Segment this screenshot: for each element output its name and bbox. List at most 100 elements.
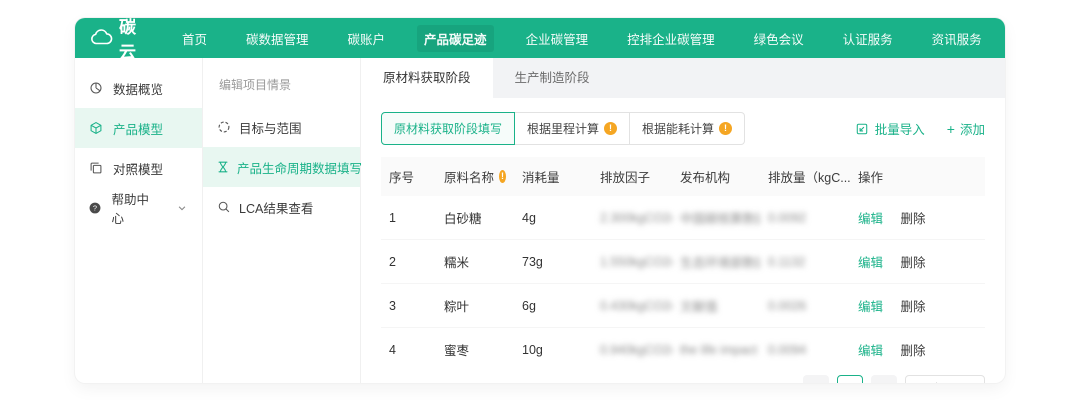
cell-emission-amount: 0.1132 (760, 240, 850, 284)
col-consumption: 消耗量 (514, 157, 592, 196)
cloud-logo-icon (89, 26, 113, 50)
cell-operations: 编辑 删除 (850, 240, 985, 284)
target-icon (216, 119, 232, 135)
materials-table: 序号 原料名称 ! 消耗量 排放因子 发布机构 排放量（kgC... (381, 157, 985, 371)
batch-import-button[interactable]: 批量导入 (854, 119, 925, 138)
sidebar-item-compare-model[interactable]: 对照模型 (75, 148, 202, 188)
warning-icon: ! (499, 170, 506, 183)
app-window: 碳云 首页 碳数据管理 碳账户 产品碳足迹 企业碳管理 控排企业碳管理 绿色会议… (75, 18, 1005, 383)
edit-link[interactable]: 编辑 (858, 300, 883, 314)
delete-link[interactable]: 删除 (901, 212, 926, 226)
tab-raw-material-stage[interactable]: 原材料获取阶段 (361, 58, 493, 98)
edit-link[interactable]: 编辑 (858, 212, 883, 226)
cell-emission-factor: 1.550kgCO2e (592, 240, 672, 284)
nav-item-news-service[interactable]: 资讯服务 (925, 25, 989, 52)
cell-index: 1 (381, 196, 436, 240)
nav-item-certification[interactable]: 认证服务 (836, 25, 900, 52)
table-row: 4 蜜枣 10g 0.940kgCO2e the life impact 0.0… (381, 328, 985, 372)
cell-emission-amount: 0.0092 (760, 196, 850, 240)
cell-consumption: 6g (514, 284, 592, 328)
step-item-lca-results[interactable]: LCA结果查看 (203, 187, 360, 227)
cell-consumption: 4g (514, 196, 592, 240)
brand-name: 碳云 (119, 18, 137, 63)
prev-page-button[interactable] (803, 375, 829, 383)
cell-consumption: 73g (514, 240, 592, 284)
table-row: 2 糯米 73g 1.550kgCO2e 生态环境部数据 0.1132 编辑 删… (381, 240, 985, 284)
cube-icon (88, 120, 104, 136)
cell-consumption: 10g (514, 328, 592, 372)
cell-material-name: 糯米 (436, 240, 514, 284)
cell-index: 3 (381, 284, 436, 328)
project-panel-title: 编辑项目情景 (203, 64, 360, 107)
sidebar-item-label: 数据概览 (113, 79, 163, 98)
cell-emission-amount: 0.0026 (760, 284, 850, 328)
project-steps-panel: 编辑项目情景 目标与范围 产品生命周期数据填写 LCA结果查看 (203, 58, 361, 383)
plus-icon: + (947, 122, 955, 136)
page-size-select[interactable]: 10 条/页 (905, 375, 985, 383)
delete-link[interactable]: 删除 (901, 300, 926, 314)
add-label: 添加 (960, 119, 985, 138)
batch-import-label: 批量导入 (875, 119, 925, 138)
edit-link[interactable]: 编辑 (858, 256, 883, 270)
cell-publisher: the life impact (672, 328, 760, 372)
col-emission-amount: 排放量（kgC... (760, 157, 850, 196)
toolbar-actions: 批量导入 + 添加 (854, 119, 985, 138)
sidebar-item-product-model[interactable]: 产品模型 (75, 108, 202, 148)
step-item-lifecycle-data[interactable]: 产品生命周期数据填写 (203, 147, 360, 187)
current-page-button[interactable]: 1 (837, 375, 863, 383)
nav-item-regulated-enterprise[interactable]: 控排企业碳管理 (620, 25, 722, 52)
sidebar-item-label: 帮助中心 (111, 189, 156, 227)
sidebar-item-help-center[interactable]: ? 帮助中心 (75, 188, 202, 228)
delete-link[interactable]: 删除 (901, 256, 926, 270)
segment-raw-material-fill[interactable]: 原材料获取阶段填写 (381, 112, 515, 145)
col-operations: 操作 (850, 157, 985, 196)
delete-link[interactable]: 删除 (901, 344, 926, 358)
stage-content: 原材料获取阶段填写 根据里程计算 ! 根据能耗计算 ! (361, 98, 1005, 383)
cell-operations: 编辑 删除 (850, 284, 985, 328)
add-button[interactable]: + 添加 (947, 119, 985, 138)
warning-icon: ! (719, 122, 732, 135)
cell-emission-factor: 0.940kgCO2e (592, 328, 672, 372)
sidebar-item-label: 对照模型 (113, 159, 163, 178)
next-page-button[interactable] (871, 375, 897, 383)
primary-sidebar: 数据概览 产品模型 对照模型 ? 帮助中心 (75, 58, 203, 383)
warning-icon: ! (604, 122, 617, 135)
segment-mileage-calc[interactable]: 根据里程计算 ! (514, 112, 630, 145)
nav-item-home[interactable]: 首页 (175, 25, 214, 52)
segment-label: 根据里程计算 (527, 120, 599, 137)
table-row: 3 粽叶 6g 0.430kgCO2e 文献值 0.0026 编辑 删除 (381, 284, 985, 328)
cell-index: 2 (381, 240, 436, 284)
edit-link[interactable]: 编辑 (858, 344, 883, 358)
cell-material-name: 白砂糖 (436, 196, 514, 240)
segment-label: 根据能耗计算 (642, 120, 714, 137)
pagination: 1 10 条/页 (381, 375, 985, 383)
step-item-label: LCA结果查看 (239, 198, 313, 217)
help-circle-icon: ? (88, 200, 102, 216)
tab-manufacturing-stage[interactable]: 生产制造阶段 (493, 58, 612, 98)
cell-publisher: 文献值 (672, 284, 760, 328)
main-content: 原材料获取阶段 生产制造阶段 原材料获取阶段填写 根据里程计算 ! 根据 (361, 58, 1005, 383)
copy-icon (88, 160, 104, 176)
nav-item-enterprise-carbon[interactable]: 企业碳管理 (519, 25, 596, 52)
col-material-name: 原料名称 ! (436, 157, 514, 196)
pie-chart-icon (88, 80, 104, 96)
step-item-label: 目标与范围 (239, 118, 302, 137)
nav-item-green-meeting[interactable]: 绿色会议 (747, 25, 811, 52)
sidebar-item-label: 产品模型 (113, 119, 163, 138)
top-navigation: 首页 碳数据管理 碳账户 产品碳足迹 企业碳管理 控排企业碳管理 绿色会议 认证… (175, 25, 1005, 52)
app-body: 数据概览 产品模型 对照模型 ? 帮助中心 (75, 58, 1005, 383)
nav-item-carbon-data[interactable]: 碳数据管理 (239, 25, 316, 52)
nav-item-carbon-account[interactable]: 碳账户 (341, 25, 393, 52)
segment-energy-calc[interactable]: 根据能耗计算 ! (629, 112, 745, 145)
cell-material-name: 蜜枣 (436, 328, 514, 372)
search-icon (216, 199, 232, 215)
step-item-goal-scope[interactable]: 目标与范围 (203, 107, 360, 147)
table-header-row: 序号 原料名称 ! 消耗量 排放因子 发布机构 排放量（kgC... (381, 157, 985, 196)
toolbar: 原材料获取阶段填写 根据里程计算 ! 根据能耗计算 ! (381, 112, 985, 145)
brand-logo[interactable]: 碳云 (89, 18, 137, 63)
cell-index: 4 (381, 328, 436, 372)
nav-item-product-footprint[interactable]: 产品碳足迹 (417, 25, 494, 52)
sidebar-item-data-overview[interactable]: 数据概览 (75, 68, 202, 108)
calc-mode-segments: 原材料获取阶段填写 根据里程计算 ! 根据能耗计算 ! (381, 112, 745, 145)
cell-material-name: 粽叶 (436, 284, 514, 328)
